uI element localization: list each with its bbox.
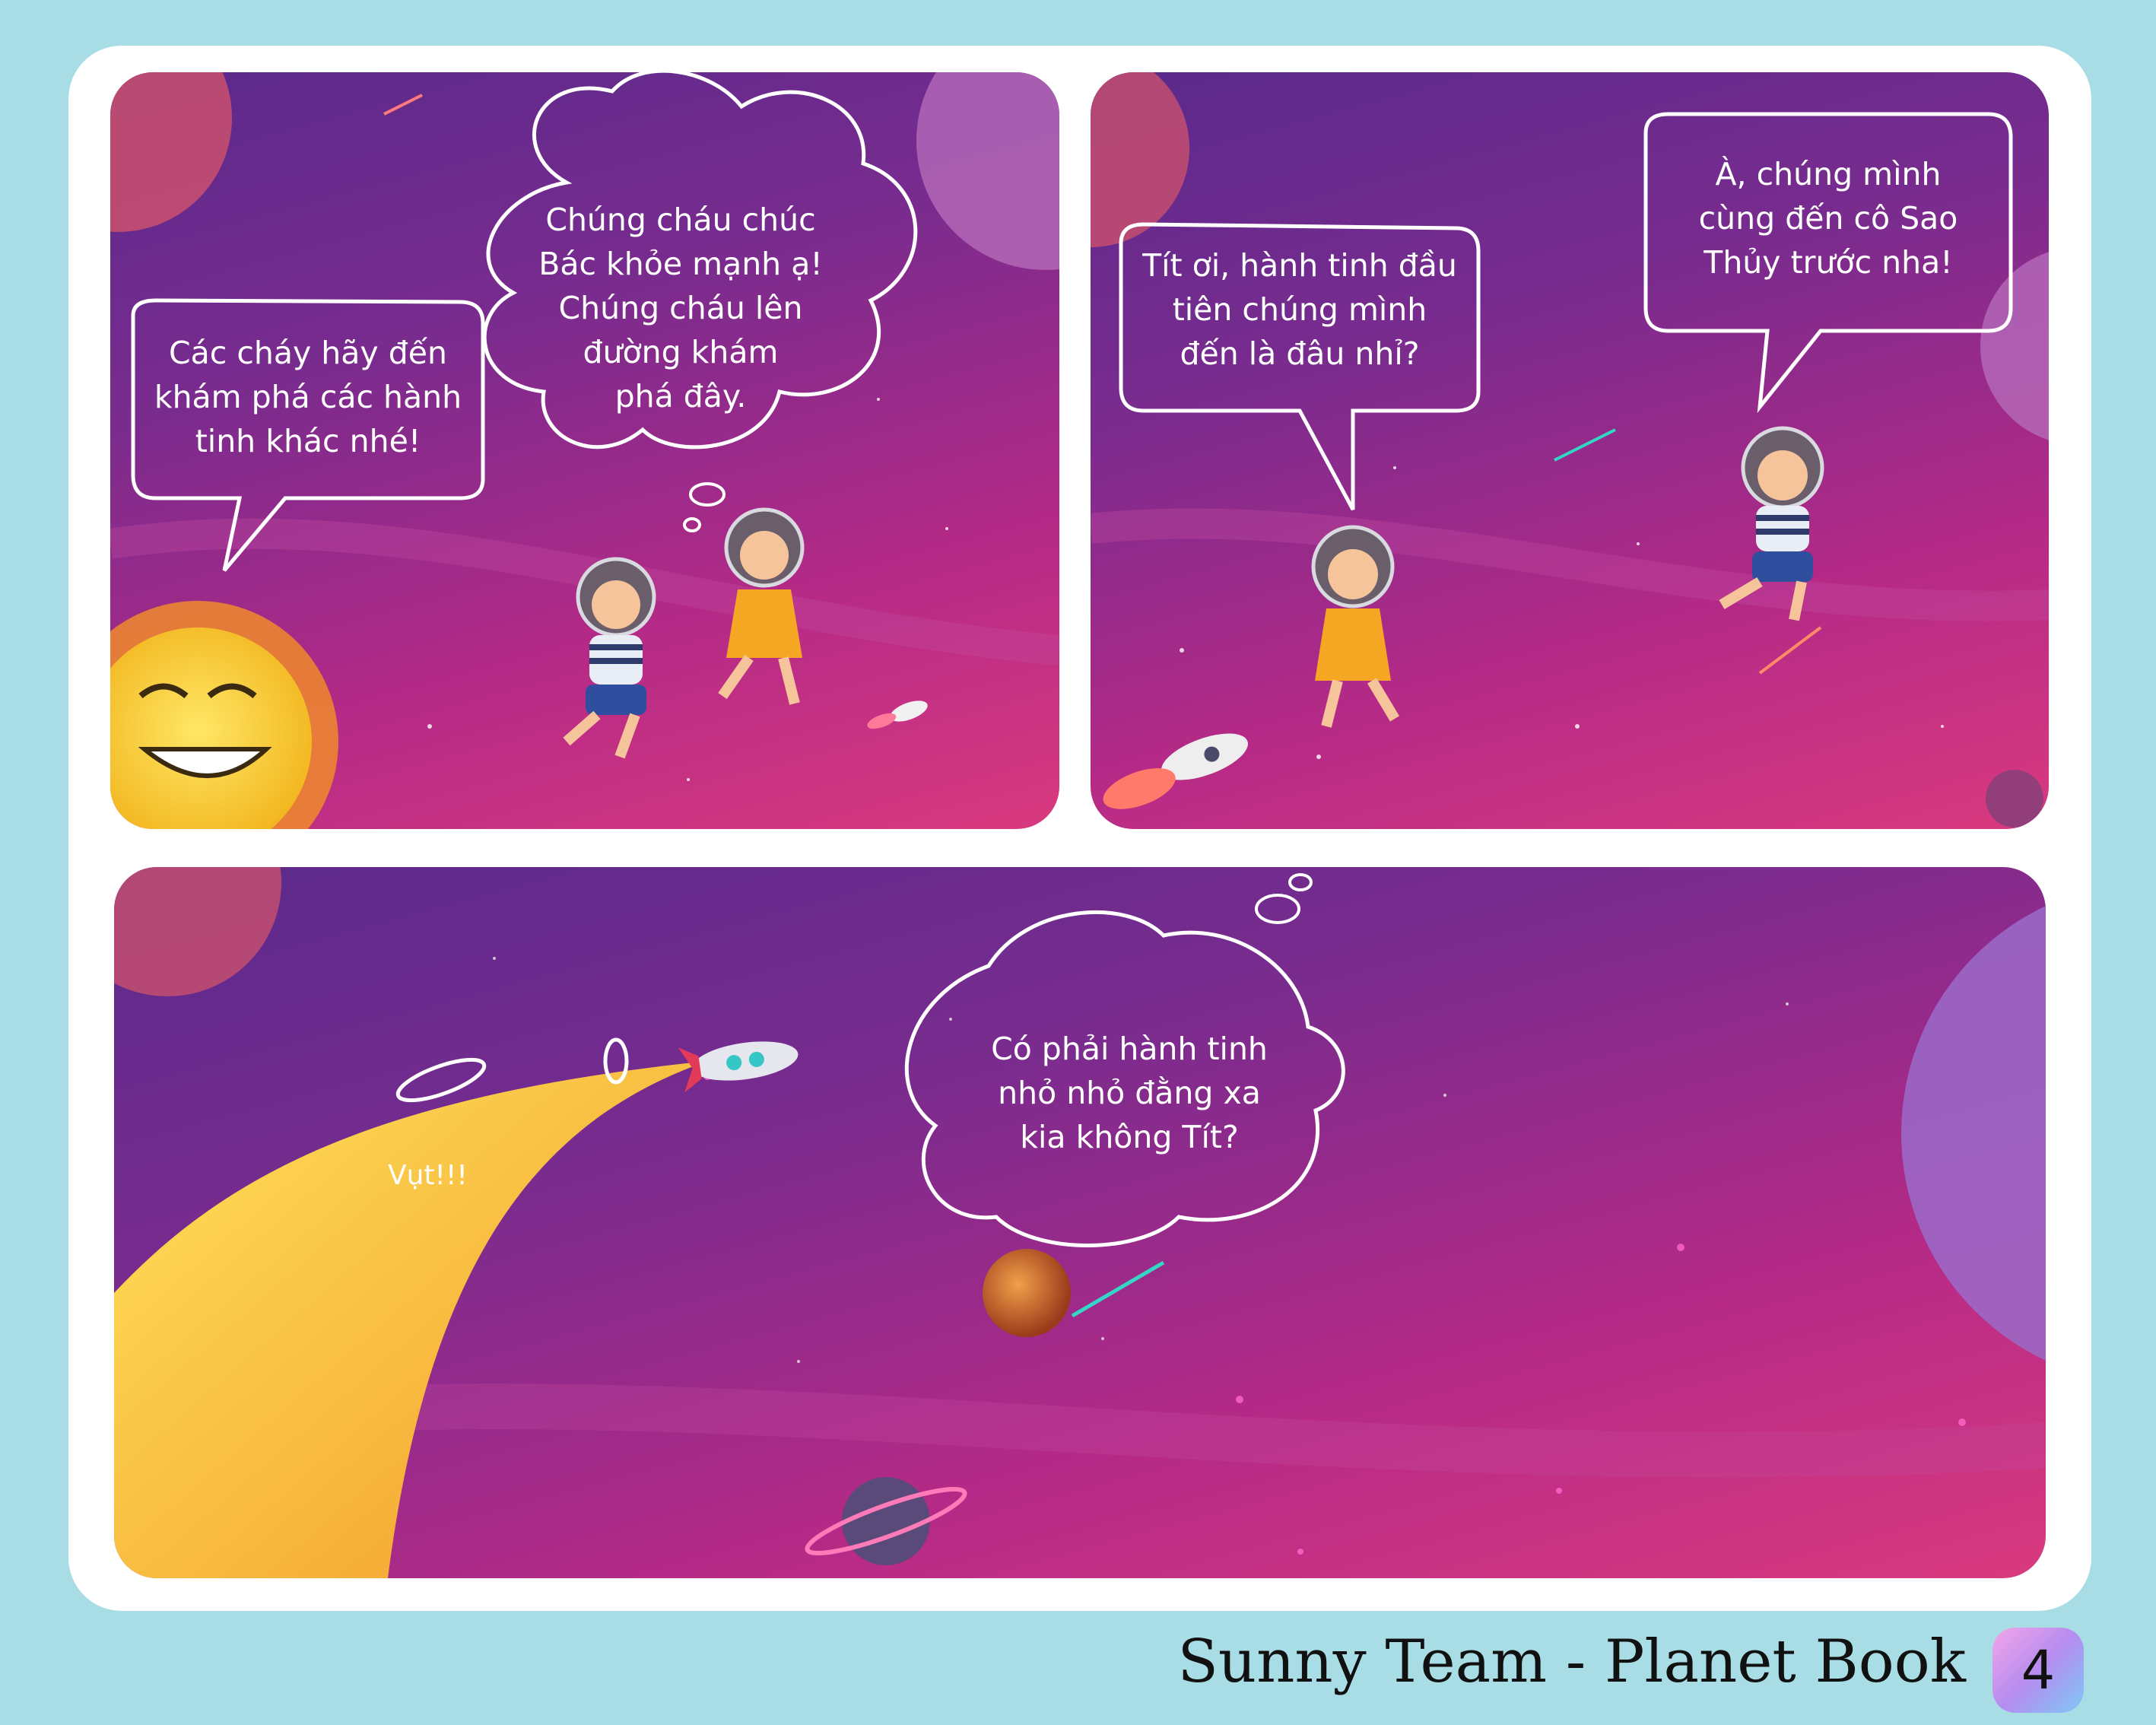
girl-bubble-text: Tít ơi, hành tinh đầu tiên chúng mình đế… [1142, 247, 1457, 372]
planet-icon [1901, 906, 2046, 1361]
rocket-icon [867, 700, 928, 729]
boy-bubble-text: À, chúng mình cùng đến cô Sao Thủy trước… [1698, 156, 1958, 281]
comic-panel-2: Tít ơi, hành tinh đầu tiên chúng mình đế… [1091, 72, 2049, 829]
comet-icon [1758, 626, 1822, 675]
comic-panel-1: Các cháy hãy đến khám phá các hành tinh … [110, 72, 1059, 829]
planet-icon [1986, 770, 2043, 828]
book-title: Sunny Team - Planet Book [1177, 1628, 1966, 1696]
rocket-icon [1103, 733, 1248, 809]
thought-bubble-text: Có phải hành tinh nhỏ nhỏ đằng xa kia kh… [991, 1031, 1268, 1155]
kids-bubble-text: Chúng cháu chúc Bác khỏe mạnh ạ! Chúng c… [538, 202, 823, 415]
planet-icon [114, 867, 281, 996]
astronaut-boy-icon [563, 557, 656, 759]
planet-icon [805, 1477, 967, 1565]
page-number-badge: 4 [1992, 1628, 2084, 1713]
sun-bubble-text: Các cháy hãy đến khám phá các hành tinh … [154, 335, 462, 459]
sound-effect-text: Vụt!!! [388, 1160, 468, 1191]
planet-icon [110, 72, 232, 232]
sun-icon [110, 601, 338, 829]
comic-panel-3: Có phải hành tinh nhỏ nhỏ đằng xa kia kh… [114, 867, 2046, 1578]
mercury-planet-icon [983, 1249, 1071, 1337]
sun-flame-trail [114, 1061, 707, 1578]
astronaut-girl-icon [1311, 525, 1400, 728]
comet-icon [1554, 428, 1616, 462]
rocket-icon [678, 1041, 799, 1093]
comet-icon [383, 94, 423, 116]
panel-3-artwork [114, 867, 2046, 1578]
comet-icon [1071, 1260, 1165, 1318]
planet-icon [916, 72, 1059, 270]
planet-icon [1091, 72, 1189, 247]
